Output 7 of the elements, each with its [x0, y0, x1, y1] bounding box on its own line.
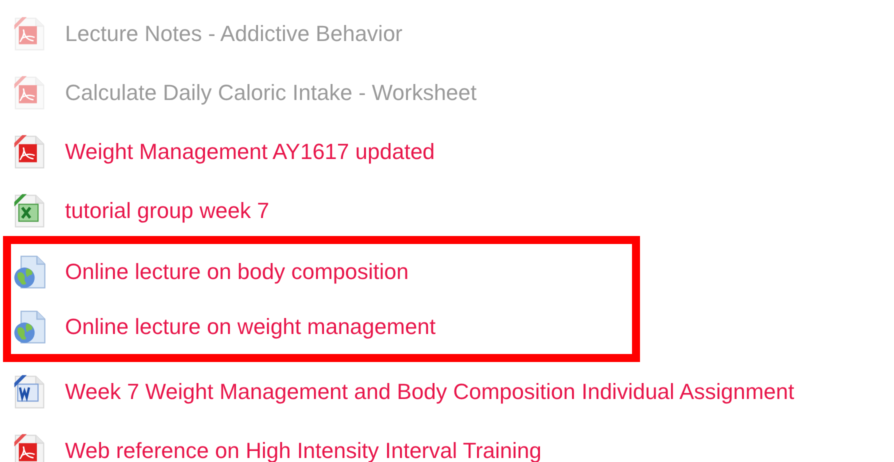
resource-link[interactable]: Weight Management AY1617 updated — [65, 135, 435, 168]
resource-link[interactable]: Week 7 Weight Management and Body Composition Individual Assignment — [65, 375, 794, 408]
resource-link[interactable]: Online lecture on body composition — [65, 255, 409, 288]
resource-link[interactable]: tutorial group week 7 — [65, 194, 270, 227]
resource-link[interactable]: Calculate Daily Caloric Intake - Worksheet — [65, 76, 477, 109]
resource-link[interactable]: Lecture Notes - Addictive Behavior — [65, 17, 403, 50]
resource-link[interactable]: Online lecture on weight management — [65, 310, 436, 343]
